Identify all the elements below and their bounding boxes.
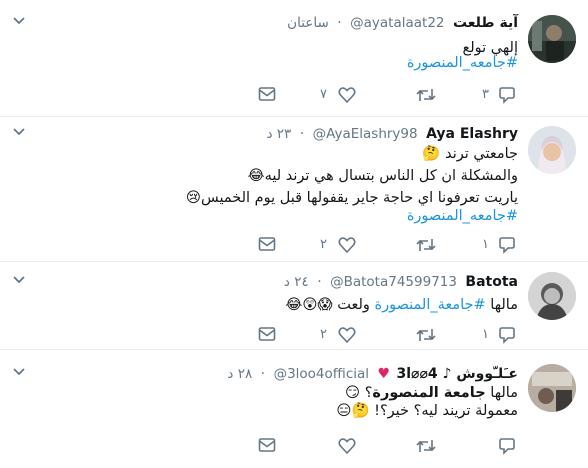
- user-handle[interactable]: @ayatalaat22: [350, 15, 444, 31]
- dm-button[interactable]: [258, 436, 278, 456]
- tweet[interactable]: عـَلـّووش ♪ 3l⌀⌀4 ♥ @3loo4official · ٢٨ …: [0, 350, 588, 468]
- caret-down-icon[interactable]: [12, 366, 26, 376]
- hashtag-link[interactable]: #جامعة_المنصورة: [374, 297, 485, 313]
- display-name[interactable]: Aya Elashry: [426, 126, 518, 142]
- caret-down-icon[interactable]: [12, 126, 26, 136]
- tweet-actions: [0, 436, 588, 456]
- caret-down-icon[interactable]: [12, 15, 26, 25]
- like-count: ٢: [320, 327, 327, 342]
- tweet-actions: ٣ ٧: [0, 85, 588, 105]
- like-button[interactable]: [318, 436, 358, 456]
- like-icon: [338, 327, 356, 344]
- retweet-icon: [416, 329, 436, 341]
- separator-dot: ·: [317, 274, 322, 290]
- like-button[interactable]: ٢: [318, 235, 358, 255]
- thinking-emoji: 🤔: [422, 146, 441, 162]
- retweet-button[interactable]: [412, 85, 452, 105]
- dm-icon: [258, 438, 276, 452]
- like-icon: [338, 237, 356, 254]
- like-count: ٧: [320, 87, 327, 102]
- avatar[interactable]: [528, 126, 576, 174]
- mention-text: جامعة المنصورة: [372, 385, 486, 401]
- reply-button[interactable]: [478, 436, 518, 456]
- tweet-header: آية طلعت @ayatalaat22 · ساعتان: [287, 13, 518, 33]
- separator-dot: ·: [299, 126, 305, 142]
- retweet-button[interactable]: [412, 235, 452, 255]
- tweet-header: عـَلـّووش ♪ 3l⌀⌀4 ♥ @3loo4official · ٢٨ …: [227, 364, 518, 384]
- tweet-text-line: معمولة تريند ليه؟ خير؟! 🤔😑: [336, 403, 518, 419]
- retweet-icon: [416, 440, 436, 452]
- tweet-header: Aya Elashry @AyaElashry98 · ٢٣ د: [266, 124, 518, 144]
- display-name[interactable]: عـَلـّووش ♪ 3l⌀⌀4: [397, 366, 518, 382]
- avatar[interactable]: [528, 364, 576, 412]
- display-name[interactable]: Batota: [465, 274, 518, 290]
- timestamp[interactable]: ٢٨ د: [227, 366, 252, 382]
- tweet[interactable]: آية طلعت @ayatalaat22 · ساعتان إلهي تولع…: [0, 0, 588, 117]
- timeline-feed: آية طلعت @ayatalaat22 · ساعتان إلهي تولع…: [0, 0, 588, 468]
- display-name[interactable]: آية طلعت: [453, 15, 518, 31]
- caret-down-icon[interactable]: [12, 274, 26, 284]
- tweet-actions: ١ ٢: [0, 325, 588, 345]
- reply-button[interactable]: ٣: [478, 85, 518, 105]
- avatar[interactable]: [528, 15, 576, 63]
- tweet-text-line: جامعتي ترند 🤔: [422, 146, 518, 162]
- reply-icon: [499, 438, 515, 455]
- like-icon: [338, 87, 356, 104]
- tweet-text-line: مالها #جامعة_المنصورة ولعت 😱😲😂: [285, 297, 518, 313]
- smirk-emoji: 😏: [344, 385, 361, 401]
- tweet-text-line: والمشكلة ان كل الناس بتسال هي ترند ليه😂: [247, 168, 518, 184]
- laughing-emoji: 😂: [247, 168, 265, 184]
- reply-count: ٣: [482, 87, 489, 102]
- timestamp[interactable]: ٢٤ د: [284, 274, 309, 290]
- separator-dot: ·: [337, 15, 342, 31]
- crying-emoji: 😢: [185, 190, 202, 206]
- reply-button[interactable]: ١: [478, 235, 518, 255]
- user-handle[interactable]: @3loo4official: [274, 366, 369, 382]
- emoji-group: 😱😲😂: [285, 297, 333, 313]
- retweet-icon: [416, 239, 436, 251]
- avatar[interactable]: [528, 272, 576, 320]
- dm-icon: [258, 87, 276, 101]
- heart-emoji: ♥: [377, 366, 391, 382]
- dm-icon: [258, 237, 276, 251]
- reply-count: ١: [482, 237, 489, 252]
- tweet[interactable]: Aya Elashry @AyaElashry98 · ٢٣ د جامعتي …: [0, 117, 588, 262]
- reply-button[interactable]: ١: [478, 325, 518, 345]
- reply-count: ١: [482, 327, 489, 342]
- tweet-header: Batota @Batota74599713 · ٢٤ د: [284, 272, 518, 292]
- timestamp[interactable]: ٢٣ د: [266, 126, 291, 142]
- retweet-icon: [416, 89, 436, 101]
- hashtag-link[interactable]: #جامعه_المنصورة: [407, 52, 518, 74]
- dm-button[interactable]: [258, 85, 278, 105]
- emoji-group: 🤔😑: [336, 403, 370, 419]
- like-button[interactable]: ٢: [318, 325, 358, 345]
- like-count: ٢: [320, 237, 327, 252]
- dm-icon: [258, 327, 276, 341]
- retweet-button[interactable]: [412, 436, 452, 456]
- like-button[interactable]: ٧: [318, 85, 358, 105]
- like-icon: [338, 438, 356, 455]
- separator-dot: ·: [260, 366, 266, 382]
- dm-button[interactable]: [258, 325, 278, 345]
- retweet-button[interactable]: [412, 325, 452, 345]
- user-handle[interactable]: @Batota74599713: [330, 274, 457, 290]
- tweet-actions: ١ ٢: [0, 235, 588, 255]
- tweet[interactable]: Batota @Batota74599713 · ٢٤ د مالها #جام…: [0, 262, 588, 350]
- reply-icon: [499, 327, 515, 344]
- timestamp[interactable]: ساعتان: [287, 15, 329, 31]
- dm-button[interactable]: [258, 235, 278, 255]
- reply-icon: [499, 237, 515, 254]
- user-handle[interactable]: @AyaElashry98: [313, 126, 418, 142]
- reply-icon: [499, 87, 515, 104]
- hashtag-link[interactable]: #جامعه_المنصورة: [407, 205, 518, 227]
